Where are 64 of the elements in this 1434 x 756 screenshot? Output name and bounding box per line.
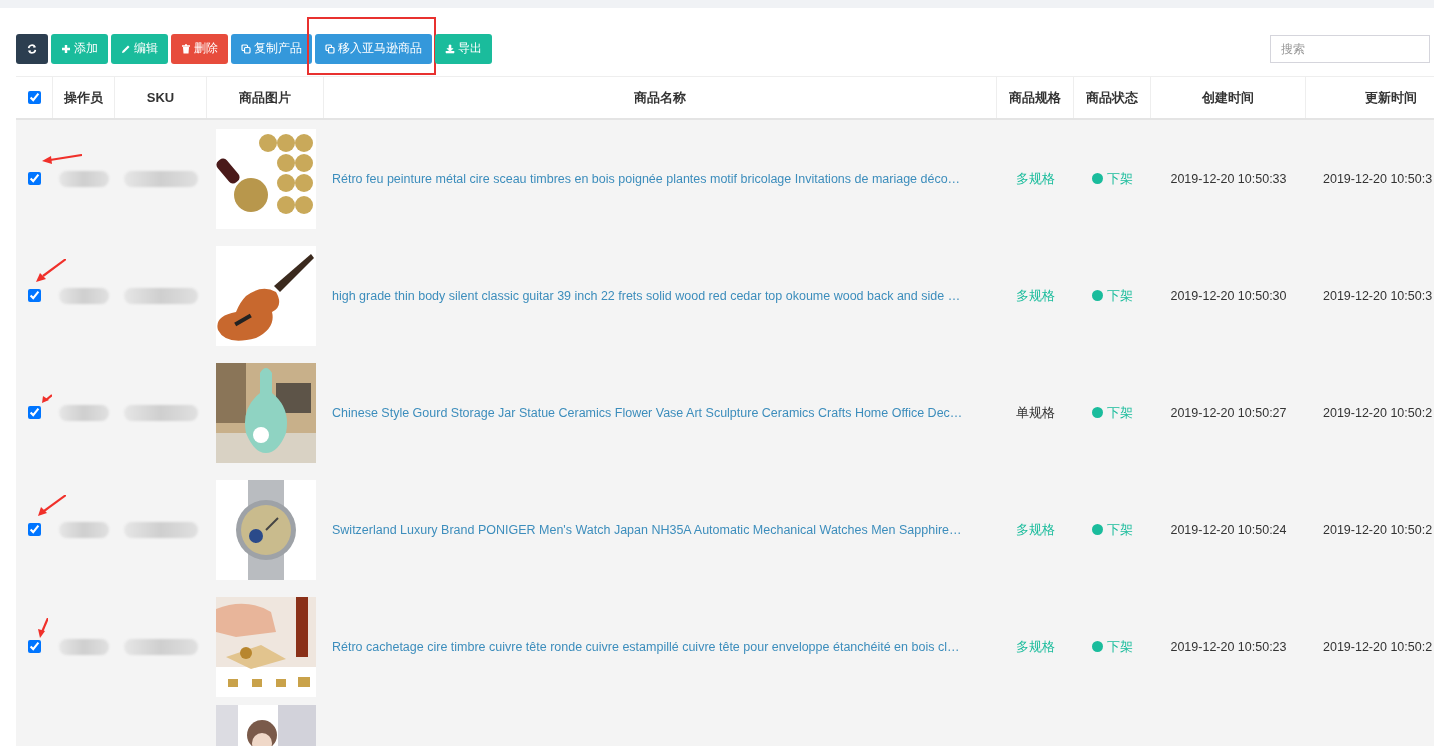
redacted-block: [59, 404, 109, 421]
spec-label: 多规格: [1016, 169, 1055, 188]
column-header: 创建时间: [1202, 88, 1254, 107]
toolbar-button[interactable]: 添加: [51, 33, 108, 64]
status-label: 下架: [1107, 286, 1133, 305]
row-checkbox[interactable]: [28, 289, 41, 302]
created-time: 2019-12-20 10:50:24: [1170, 522, 1287, 537]
refresh-button[interactable]: [16, 33, 48, 64]
spec-label: 多规格: [1016, 520, 1055, 539]
created-time: 2019-12-20 10:50:30: [1170, 288, 1287, 303]
redacted-block: [59, 638, 109, 655]
updated-time: 2019-12-20 10:50:3: [1323, 171, 1433, 186]
status-label: 下架: [1107, 403, 1133, 422]
annotation-arrow: [38, 618, 48, 638]
toolbar-button[interactable]: 编辑: [111, 33, 168, 64]
toolbar-button[interactable]: 导出: [435, 33, 492, 64]
created-time: 2019-12-20 10:50:27: [1170, 405, 1287, 420]
redacted-block: [59, 287, 109, 304]
product-name-link[interactable]: high grade thin body silent classic guitar 39 inch 22 frets solid wood red cedar top okoume wood back and side …: [332, 288, 961, 303]
refresh-icon: [27, 43, 37, 54]
select-all-checkbox[interactable]: [27, 91, 41, 104]
product-name-link[interactable]: Rétro cachetage cire timbre cuivre tête ronde cuivre estampillé cuivre tête pour enveloppe étanchéité en bois cl…: [332, 639, 960, 654]
row-checkbox[interactable]: [28, 640, 41, 653]
annotation-arrow: [42, 154, 82, 164]
status-label: 下架: [1107, 169, 1133, 188]
spec-label: 多规格: [1016, 286, 1055, 305]
updated-time: 2019-12-20 10:50:3: [1323, 288, 1433, 303]
download-icon: [445, 43, 455, 54]
toolbar-button[interactable]: 复制产品: [231, 33, 312, 64]
toolbar-button[interactable]: 移入亚马逊商品: [315, 33, 432, 64]
updated-time: 2019-12-20 10:50:2: [1323, 405, 1433, 420]
column-header: 商品名称: [634, 88, 686, 107]
column-header: 更新时间: [1364, 88, 1417, 107]
copy-icon: [325, 43, 335, 54]
spec-label: 多规格: [1016, 637, 1055, 656]
column-header: 商品规格: [1009, 88, 1061, 107]
updated-time: 2019-12-20 10:50:2: [1323, 639, 1433, 654]
row-checkbox[interactable]: [28, 172, 41, 185]
updated-time: 2019-12-20 10:50:2: [1323, 522, 1433, 537]
search-field[interactable]: 搜索: [1270, 34, 1430, 63]
annotation-arrow: [36, 259, 66, 283]
toolbar-button[interactable]: 删除: [171, 33, 228, 64]
created-time: 2019-12-20 10:50:33: [1170, 171, 1287, 186]
column-header: 商品状态: [1086, 88, 1138, 107]
trash-icon: [181, 43, 191, 54]
product-name-link[interactable]: Switzerland Luxury Brand PONIGER Men's Watch Japan NH35A Automatic Mechanical Watches Men Sapphire…: [332, 522, 962, 537]
status-label: 下架: [1107, 637, 1133, 656]
annotation-arrow: [42, 394, 52, 404]
created-time: 2019-12-20 10:50:23: [1170, 639, 1287, 654]
product-name-link[interactable]: Chinese Style Gourd Storage Jar Statue Ceramics Flower Vase Art Sculpture Ceramics Crafts Home Office Dec…: [332, 405, 963, 420]
status-label: 下架: [1107, 520, 1133, 539]
copy-icon: [241, 43, 251, 54]
plus-icon: [61, 43, 71, 54]
column-header: 操作员: [64, 88, 103, 107]
redacted-block: [59, 170, 109, 187]
column-header: SKU: [146, 90, 175, 105]
annotation-arrow: [38, 495, 66, 517]
column-header: 商品图片: [239, 88, 291, 107]
spec-label: 单规格: [1016, 403, 1055, 422]
pencil-icon: [121, 43, 131, 54]
row-checkbox[interactable]: [28, 406, 41, 419]
row-checkbox[interactable]: [28, 523, 41, 536]
redacted-block: [59, 521, 109, 538]
product-name-link[interactable]: Rétro feu peinture métal cire sceau timbres en bois poignée plantes motif bricolage Invitations de mariage déco…: [332, 171, 961, 186]
